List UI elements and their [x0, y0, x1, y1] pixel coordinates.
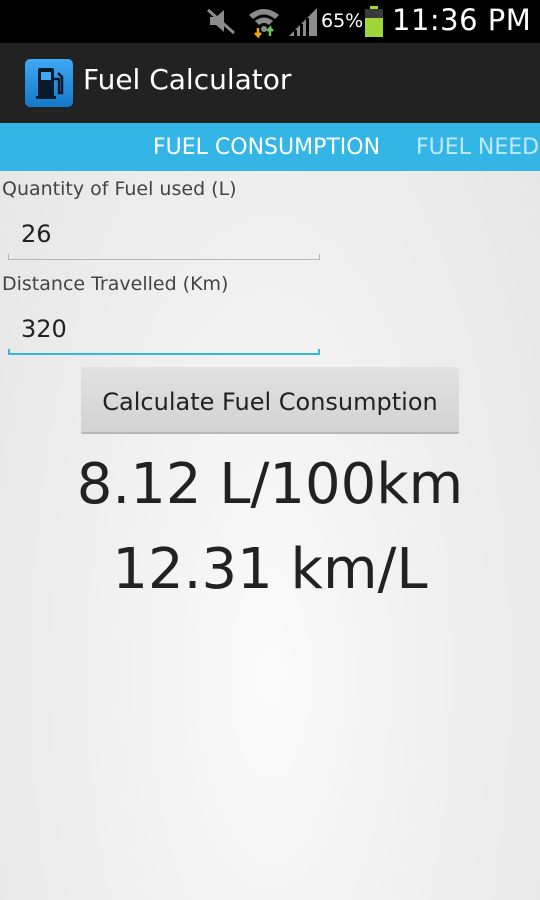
- tab-fuel-consumption[interactable]: FUEL CONSUMPTION: [153, 135, 380, 160]
- quantity-label: Quantity of Fuel used (L): [2, 178, 237, 200]
- status-bar: 65% 11:36 PM: [0, 0, 540, 43]
- wifi-icon: [249, 9, 279, 38]
- quantity-underline: [8, 259, 320, 260]
- distance-tick-right: [318, 349, 320, 355]
- quantity-input[interactable]: 26: [8, 210, 320, 260]
- battery-percent: 65%: [321, 10, 364, 32]
- tab-fuel-need[interactable]: FUEL NEED: [416, 135, 539, 160]
- app-title: Fuel Calculator: [83, 63, 292, 96]
- signal-icon: [289, 8, 317, 36]
- quantity-tick-left: [8, 254, 9, 260]
- clock: 11:36 PM: [392, 3, 532, 37]
- result-km-per-l: 12.31 km/L: [112, 537, 428, 602]
- distance-underline: [8, 353, 320, 355]
- distance-input[interactable]: 320: [8, 305, 320, 355]
- action-bar: Fuel Calculator: [0, 43, 540, 123]
- calculate-button[interactable]: Calculate Fuel Consumption: [81, 367, 459, 434]
- battery-icon: [365, 6, 383, 37]
- tab-strip: FUEL CONSUMPTION FUEL NEED: [0, 123, 540, 171]
- distance-value[interactable]: 320: [21, 315, 67, 343]
- fuel-pump-glyph: [36, 68, 64, 99]
- quantity-tick-right: [319, 254, 320, 260]
- quantity-value[interactable]: 26: [21, 220, 52, 248]
- distance-tick-left: [8, 349, 10, 355]
- result-l-per-100km: 8.12 L/100km: [76, 452, 464, 517]
- fuel-pump-icon[interactable]: [25, 59, 73, 107]
- distance-label: Distance Travelled (Km): [2, 273, 229, 295]
- mute-icon: [207, 8, 235, 35]
